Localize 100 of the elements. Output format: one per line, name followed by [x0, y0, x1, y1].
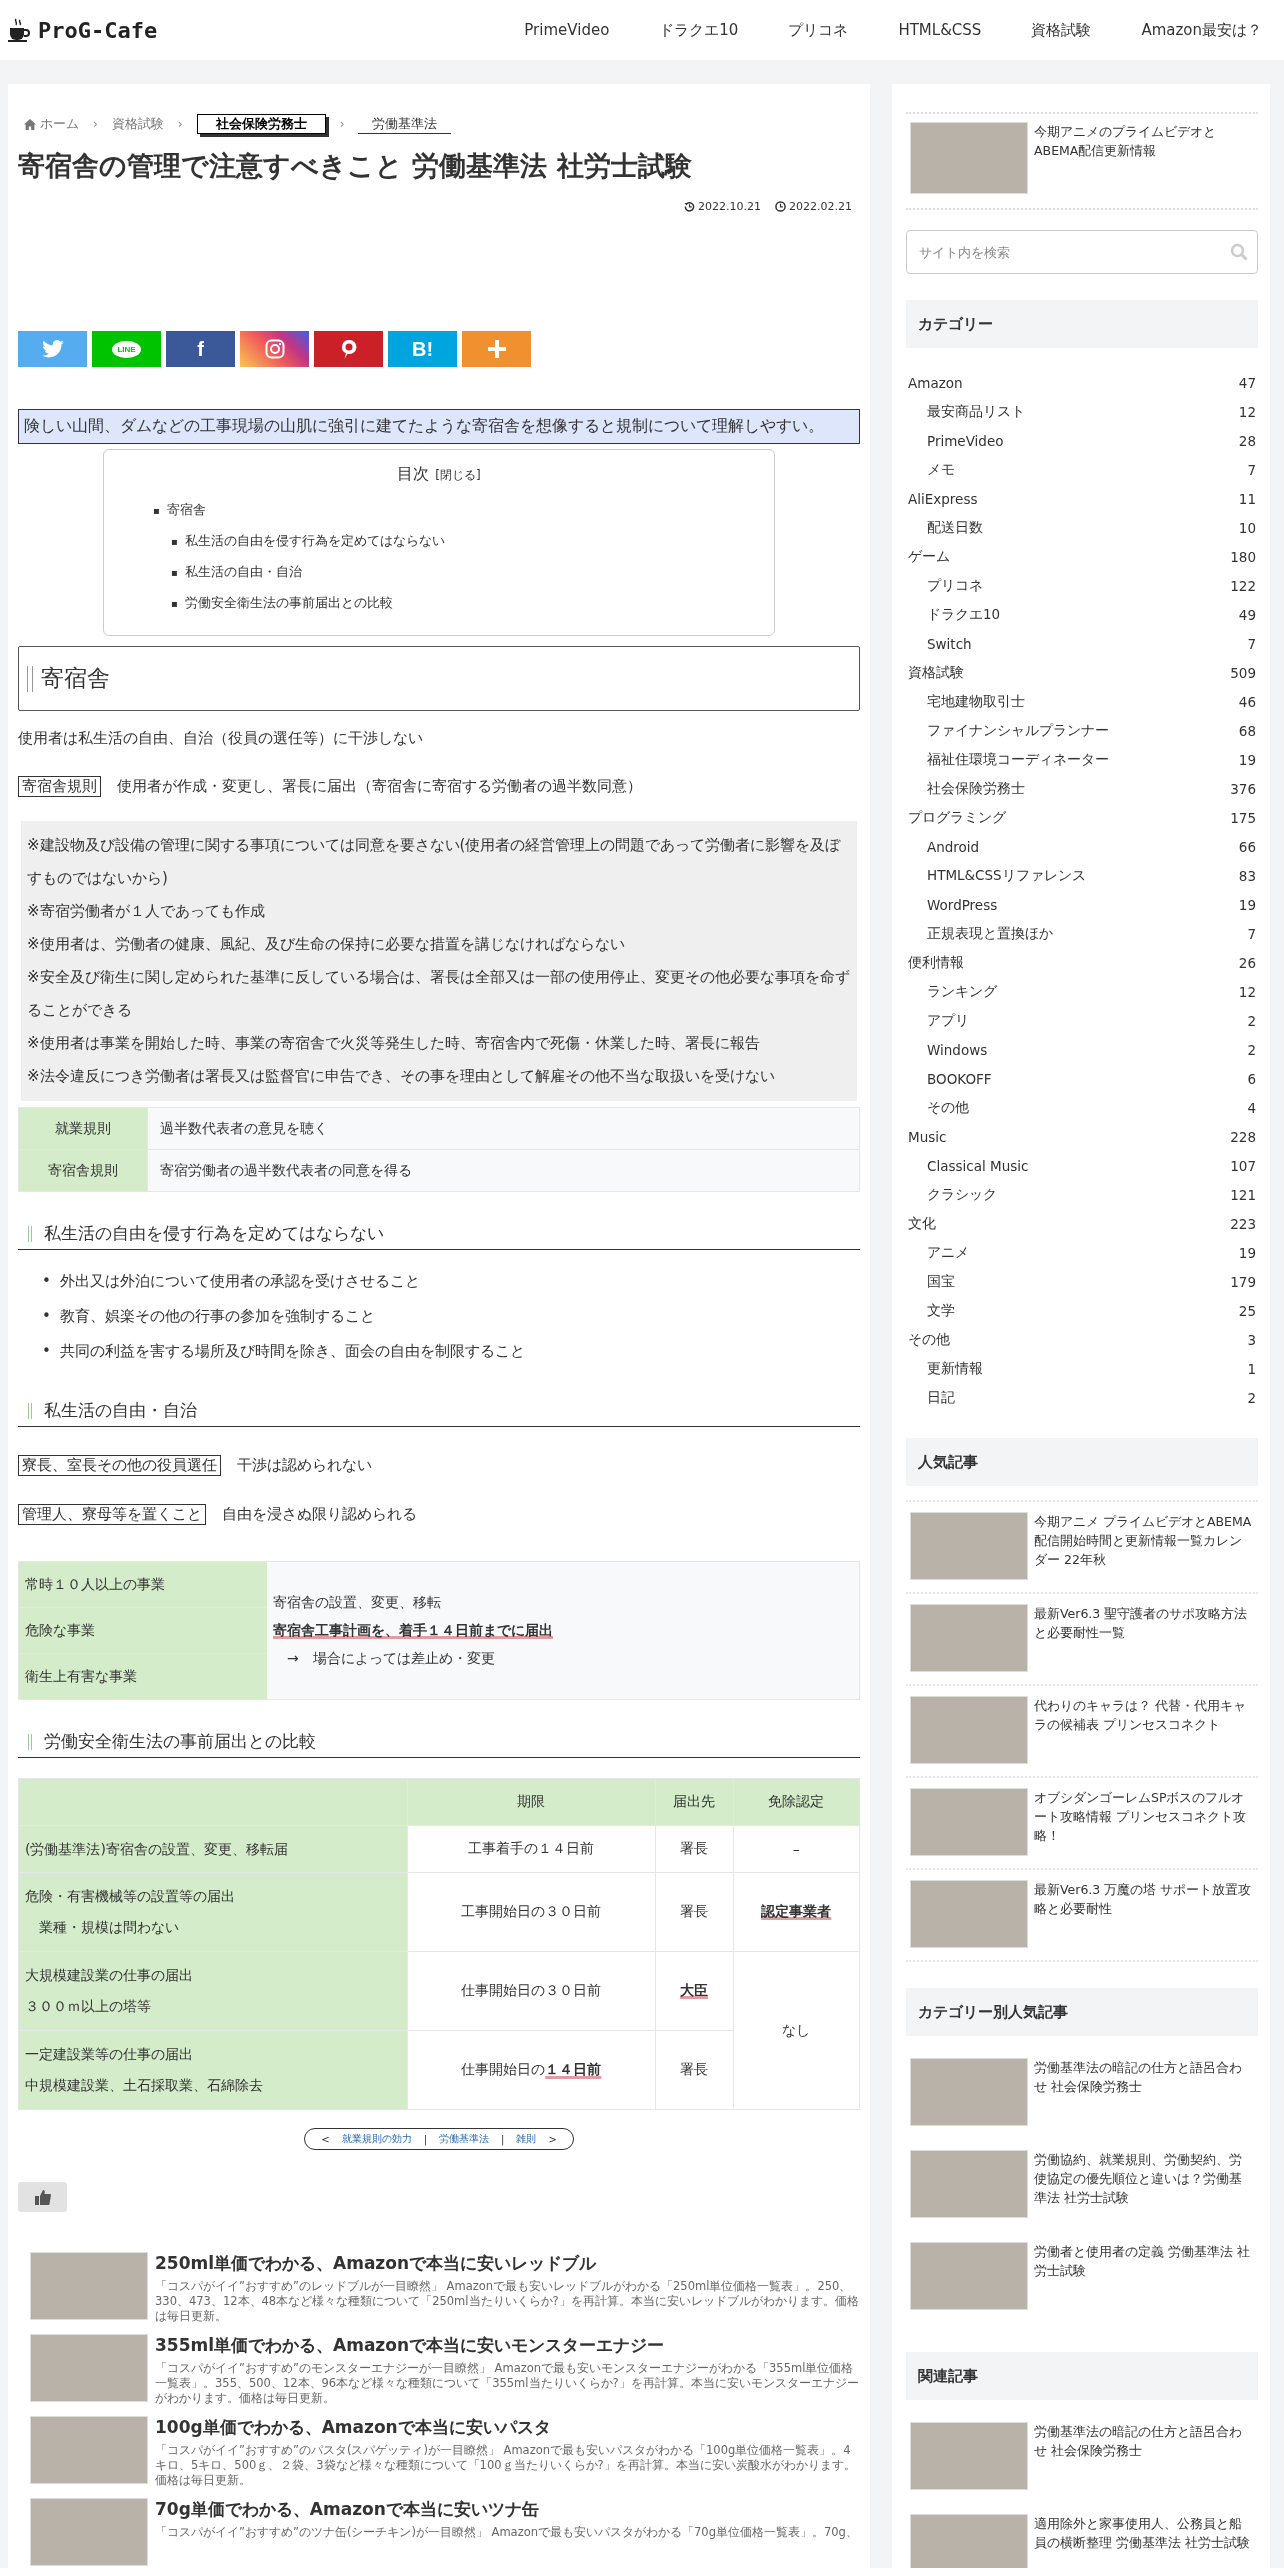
nav-link[interactable]: 資格試験 [1006, 20, 1117, 40]
photo-placeholder[interactable] [910, 2150, 1028, 2218]
toc-link[interactable]: 私生活の自由・自治 [185, 564, 302, 579]
post-link[interactable]: 労働協約、就業規則、労働契約、労使協定の優先順位と違いは？労働基準法 社労士試験 [1034, 2150, 1254, 2218]
breadcrumb-link[interactable]: 資格試験 [111, 115, 164, 133]
photo-placeholder[interactable] [910, 1512, 1028, 1580]
category-link[interactable]: Switch 7 [906, 629, 1258, 658]
category-link[interactable]: クラシック 121 [906, 1180, 1258, 1209]
photo-placeholder[interactable] [30, 2334, 148, 2402]
category-link[interactable]: HTML&CSSリファレンス 83 [906, 861, 1258, 890]
post-link[interactable]: 今期アニメのプライムビデオとABEMA配信更新情報 [1034, 122, 1254, 194]
category-link[interactable]: 最安商品リスト 12 [906, 397, 1258, 426]
category-link[interactable]: 資格試験 509 [906, 658, 1258, 687]
category-link[interactable]: 文学 25 [906, 1296, 1258, 1325]
category-link[interactable]: ゲーム 180 [906, 542, 1258, 571]
share-button[interactable]: f [166, 331, 235, 367]
nav-link[interactable]: ドラクエ10 [634, 20, 764, 40]
nav-link[interactable]: PrimeVideo [499, 20, 635, 40]
breadcrumb-link[interactable]: ホーム [24, 115, 79, 133]
post-link[interactable]: 最新Ver6.3 聖守護者のサポ攻略方法と必要耐性一覧 [1034, 1604, 1254, 1672]
category-link[interactable]: プログラミング 175 [906, 803, 1258, 832]
search-icon[interactable] [1230, 243, 1248, 261]
post-link[interactable]: 労働者と使用者の定義 労働基準法 社労士試験 [1034, 2242, 1254, 2310]
photo-placeholder[interactable] [910, 2514, 1028, 2568]
photo-placeholder[interactable] [910, 1604, 1028, 1672]
photo-placeholder[interactable] [910, 2242, 1028, 2310]
photo-placeholder[interactable] [910, 2058, 1028, 2126]
related-post-title[interactable]: 250ml単価でわかる、Amazonで本当に安いレッドブル [155, 2252, 860, 2275]
category-link[interactable]: PrimeVideo 28 [906, 426, 1258, 455]
photo-placeholder[interactable] [910, 1788, 1028, 1856]
prev-arrow[interactable]: < [321, 2133, 330, 2145]
photo-placeholder[interactable] [30, 2252, 148, 2320]
category-link[interactable]: 配送日数 10 [906, 513, 1258, 542]
nav-link[interactable]: HTML&CSS [873, 20, 1007, 40]
category-link[interactable]: 日記 2 [906, 1383, 1258, 1412]
category-link[interactable]: BOOKOFF 6 [906, 1064, 1258, 1093]
category-link[interactable]: ランキング 12 [906, 977, 1258, 1006]
category-link[interactable]: その他 4 [906, 1093, 1258, 1122]
photo-placeholder[interactable] [910, 1880, 1028, 1948]
note-line: ※安全及び衛生に関し定められた基準に反している場合は、署長は全部又は一部の使用停止、変更その他必要な事項を命ずることができる [27, 967, 851, 1021]
related-post-title[interactable]: 70g単価でわかる、Amazonで本当に安いツナ缶 [155, 2498, 858, 2521]
category-link[interactable]: AliExpress 11 [906, 484, 1258, 513]
category-link[interactable]: Amazon 47 [906, 368, 1258, 397]
category-link[interactable]: Android 66 [906, 832, 1258, 861]
table-cell: 仕事開始日の３０日前 [407, 1951, 656, 2031]
share-button[interactable] [462, 331, 531, 367]
category-link[interactable]: ドラクエ10 49 [906, 600, 1258, 629]
category-link[interactable]: 福祉住環境コーディネーター 19 [906, 745, 1258, 774]
share-button[interactable] [18, 331, 87, 367]
post-link[interactable]: オブシダンゴーレムSPボスのフルオート攻略情報 プリンセスコネクト攻略！ [1034, 1788, 1254, 1856]
photo-placeholder[interactable] [910, 1696, 1028, 1764]
breadcrumb-link[interactable]: 労働基準法 [358, 114, 452, 134]
category-link[interactable]: Music 228 [906, 1122, 1258, 1151]
category-link[interactable]: アプリ 2 [906, 1006, 1258, 1035]
plus-icon [487, 340, 506, 358]
illustration-placeholder[interactable] [910, 122, 1028, 194]
toc-link[interactable]: 寄宿舎 [167, 502, 206, 517]
post-link[interactable]: 今期アニメ プライムビデオとABEMA配信開始時間と更新情報一覧カレンダー 22年秋 [1034, 1512, 1254, 1580]
nav-link[interactable]: Amazon最安は？ [1116, 20, 1270, 40]
pager-link[interactable]: 就業規則の効力 [341, 2132, 412, 2146]
share-button[interactable] [240, 331, 309, 367]
category-link[interactable]: メモ 7 [906, 455, 1258, 484]
photo-placeholder[interactable] [30, 2498, 148, 2566]
category-link[interactable]: その他 3 [906, 1325, 1258, 1354]
next-arrow[interactable]: > [548, 2133, 557, 2145]
category-link[interactable]: 社会保険労務士 376 [906, 774, 1258, 803]
toc-link[interactable]: 私生活の自由を侵す行為を定めてはならない [185, 533, 445, 548]
related-post-title[interactable]: 100g単価でわかる、Amazonで本当に安いパスタ [155, 2416, 860, 2439]
post-link[interactable]: 労働基準法の暗記の仕方と語呂合わせ 社会保険労務士 [1034, 2058, 1254, 2126]
post-link[interactable]: 適用除外と家事使用人、公務員と船員の横断整理 労働基準法 社労士試験 [1034, 2514, 1254, 2568]
category-link[interactable]: Windows 2 [906, 1035, 1258, 1064]
pager-link[interactable]: 雑則 [516, 2132, 537, 2146]
category-link[interactable]: アニメ 19 [906, 1238, 1258, 1267]
category-link[interactable]: 更新情報 1 [906, 1354, 1258, 1383]
post-link[interactable]: 労働基準法の暗記の仕方と語呂合わせ 社会保険労務士 [1034, 2422, 1254, 2490]
photo-placeholder[interactable] [910, 2422, 1028, 2490]
share-button[interactable] [314, 331, 383, 367]
like-button[interactable] [18, 2182, 67, 2212]
pager-link[interactable]: 労働基準法 [439, 2132, 489, 2146]
nav-link[interactable]: プリコネ [763, 20, 874, 40]
breadcrumb-link[interactable]: 社会保険労務士 [196, 114, 326, 134]
toc-toggle-link[interactable]: [閉じる] [435, 468, 481, 482]
category-link[interactable]: 宅地建物取引士 46 [906, 687, 1258, 716]
category-link[interactable]: ファイナンシャルプランナー 68 [906, 716, 1258, 745]
widget-heading: カテゴリー [906, 300, 1258, 348]
category-link[interactable]: 便利情報 26 [906, 948, 1258, 977]
photo-placeholder[interactable] [30, 2416, 148, 2484]
toc-link[interactable]: 労働安全衛生法の事前届出との比較 [185, 595, 393, 610]
category-link[interactable]: 正規表現と置換ほか 7 [906, 919, 1258, 948]
category-link[interactable]: 国宝 179 [906, 1267, 1258, 1296]
site-logo[interactable]: ProG-Cafe [38, 17, 158, 43]
category-link[interactable]: WordPress 19 [906, 890, 1258, 919]
subsection-heading: 労働安全衛生法の事前届出との比較 [18, 1730, 860, 1758]
category-link[interactable]: 文化 223 [906, 1209, 1258, 1238]
search-field[interactable]: サイト内を検索 [906, 230, 1258, 274]
category-link[interactable]: プリコネ 122 [906, 571, 1258, 600]
category-link[interactable]: Classical Music 107 [906, 1151, 1258, 1180]
post-link[interactable]: 最新Ver6.3 万魔の塔 サポート放置攻略と必要耐性 [1034, 1880, 1254, 1948]
related-post-title[interactable]: 355ml単価でわかる、Amazonで本当に安いモンスターエナジー [155, 2334, 860, 2357]
post-link[interactable]: 代わりのキャラは？ 代替・代用キャラの候補表 プリンセスコネクト [1034, 1696, 1254, 1764]
